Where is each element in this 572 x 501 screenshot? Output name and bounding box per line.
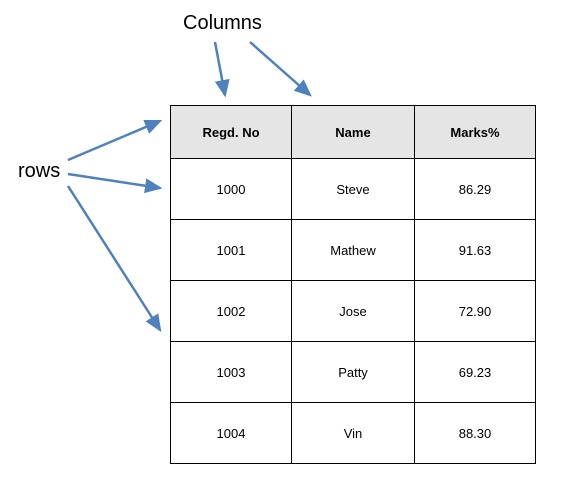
table-row: 1002 Jose 72.90 bbox=[171, 281, 536, 342]
cell-regdno: 1000 bbox=[171, 159, 292, 220]
arrow-column-1 bbox=[215, 42, 225, 95]
diagram-container: Columns rows Regd. No Name Marks% 1000 S… bbox=[0, 0, 572, 501]
arrow-row-3 bbox=[68, 186, 160, 330]
arrow-row-2 bbox=[68, 174, 160, 188]
cell-marks: 69.23 bbox=[415, 342, 536, 403]
data-table: Regd. No Name Marks% 1000 Steve 86.29 10… bbox=[170, 105, 536, 464]
cell-name: Vin bbox=[292, 403, 415, 464]
table-row: 1004 Vin 88.30 bbox=[171, 403, 536, 464]
cell-regdno: 1003 bbox=[171, 342, 292, 403]
cell-marks: 91.63 bbox=[415, 220, 536, 281]
rows-label: rows bbox=[18, 160, 60, 183]
header-regdno: Regd. No bbox=[171, 106, 292, 159]
columns-label: Columns bbox=[183, 12, 262, 35]
cell-marks: 86.29 bbox=[415, 159, 536, 220]
table-row: 1001 Mathew 91.63 bbox=[171, 220, 536, 281]
table-header-row: Regd. No Name Marks% bbox=[171, 106, 536, 159]
cell-name: Steve bbox=[292, 159, 415, 220]
arrow-row-1 bbox=[68, 121, 160, 160]
cell-name: Jose bbox=[292, 281, 415, 342]
header-marks: Marks% bbox=[415, 106, 536, 159]
cell-regdno: 1001 bbox=[171, 220, 292, 281]
cell-name: Mathew bbox=[292, 220, 415, 281]
cell-marks: 72.90 bbox=[415, 281, 536, 342]
cell-marks: 88.30 bbox=[415, 403, 536, 464]
cell-regdno: 1002 bbox=[171, 281, 292, 342]
header-name: Name bbox=[292, 106, 415, 159]
cell-name: Patty bbox=[292, 342, 415, 403]
table-row: 1003 Patty 69.23 bbox=[171, 342, 536, 403]
cell-regdno: 1004 bbox=[171, 403, 292, 464]
table-row: 1000 Steve 86.29 bbox=[171, 159, 536, 220]
arrow-column-2 bbox=[250, 42, 310, 95]
